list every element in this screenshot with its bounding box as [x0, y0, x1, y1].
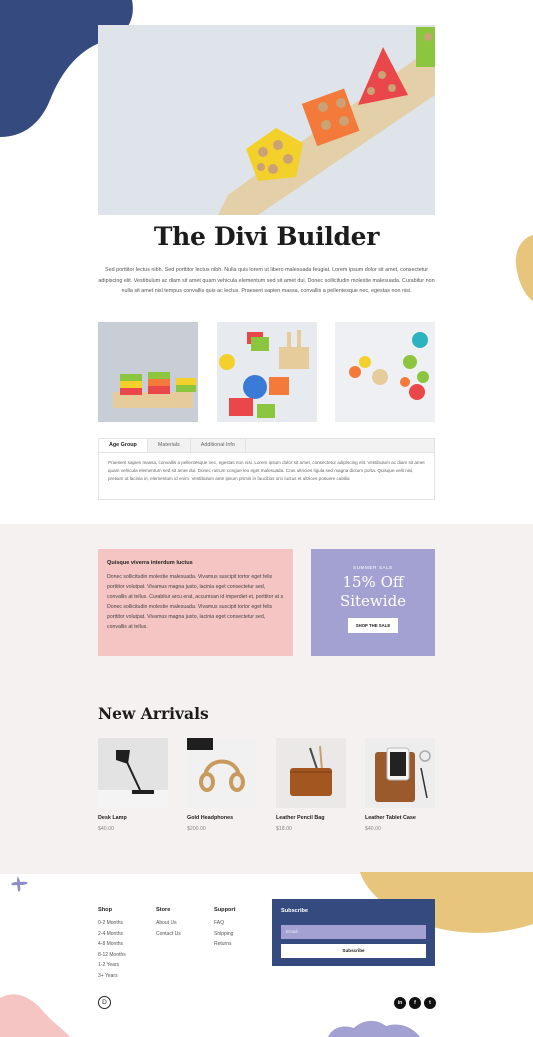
product-price: $18.00 [276, 826, 292, 832]
footer-link[interactable]: 3+ Years [98, 971, 126, 982]
footer-link[interactable]: FAQ [214, 918, 235, 929]
tab-content: Praesent sapien massa, convallis a pelle… [108, 460, 425, 481]
subscribe-box: Subscribe Subscribe [272, 899, 435, 966]
product-price: $40.00 [98, 826, 114, 832]
gallery-image-wooden-beads[interactable] [335, 322, 435, 422]
product-card[interactable]: Leather Pencil Bag $18.00 [276, 738, 346, 832]
product-name[interactable]: Gold Headphones [187, 815, 257, 821]
sale-headline-line2: Sitewide [339, 592, 407, 610]
sale-card: SUMMER SALE 15% Off Sitewide SHOP THE SA… [311, 549, 435, 656]
linkedin-icon[interactable]: in [394, 997, 406, 1009]
subscribe-heading: Subscribe [281, 908, 309, 914]
hero-image [98, 25, 435, 215]
promo-card: Quisque viverra interdum luctus Donec so… [98, 549, 293, 656]
footer-link[interactable]: Contact Us [156, 929, 181, 940]
product-price: $40.00 [365, 826, 381, 832]
footer-link[interactable]: 2-4 Months [98, 929, 126, 940]
product-image-desk-lamp[interactable] [98, 738, 168, 808]
footer-link[interactable]: 4-8 Months [98, 939, 126, 950]
sale-kicker: SUMMER SALE [352, 565, 394, 570]
footer-link[interactable]: Returns [214, 939, 235, 950]
product-tabs: Age Group Materials Additional Info Prae… [98, 438, 435, 500]
promo-body: Donec sollicitudin molestie malesuada. V… [107, 574, 284, 630]
footer-heading: Store [156, 907, 171, 913]
product-name[interactable]: Leather Pencil Bag [276, 815, 346, 821]
footer-link[interactable]: Shipping [214, 929, 235, 940]
footer-heading: Support [214, 907, 236, 913]
new-arrivals-title: New Arrivals [98, 704, 209, 723]
footer-link[interactable]: 8-12 Months [98, 950, 126, 961]
product-price: $200.00 [187, 826, 206, 832]
footer-column-store: Store About Us Contact Us [156, 907, 181, 939]
gallery-image-stacking-toy[interactable] [98, 322, 198, 422]
promo-heading: Quisque viverra interdum luctus [107, 560, 193, 566]
product-image-pencil-bag[interactable] [276, 738, 346, 808]
shop-the-sale-button[interactable]: SHOP THE SALE [347, 618, 399, 633]
plus-sparkle-icon [11, 876, 28, 892]
product-image-tablet-case[interactable] [365, 738, 435, 808]
footer-link[interactable]: 1-2 Years [98, 960, 126, 971]
footer-column-shop: Shop 0-2 Months 2-4 Months 4-8 Months 8-… [98, 907, 126, 982]
footer-heading: Shop [98, 907, 112, 913]
page-title: The Divi Builder [153, 222, 380, 251]
twitter-icon[interactable]: t [424, 997, 436, 1009]
tab-additional-info[interactable]: Additional Info [191, 439, 246, 452]
product-name[interactable]: Leather Tablet Case [365, 815, 435, 821]
subscribe-button[interactable]: Subscribe [281, 943, 426, 958]
facebook-icon[interactable]: f [409, 997, 421, 1009]
gallery-image-shape-sorter[interactable] [217, 322, 317, 422]
footer-link[interactable]: About Us [156, 918, 181, 929]
footer-link[interactable]: 0-2 Months [98, 918, 126, 929]
intro-paragraph: Sed porttitor lectus nibh. Sed porttitor… [98, 267, 435, 294]
divi-logo[interactable]: D [98, 996, 111, 1009]
sale-headline-line1: 15% Off [342, 573, 404, 591]
tab-age-group[interactable]: Age Group [99, 439, 148, 452]
lavender-blob-decoration [328, 1020, 420, 1037]
product-name[interactable]: Desk Lamp [98, 815, 168, 821]
product-card[interactable]: Leather Tablet Case $40.00 [365, 738, 435, 832]
product-card[interactable]: Desk Lamp $40.00 [98, 738, 168, 832]
product-image-headphones[interactable] [187, 738, 257, 808]
pink-blob-decoration [0, 994, 70, 1037]
tab-materials[interactable]: Materials [148, 439, 191, 452]
footer-column-support: Support FAQ Shipping Returns [214, 907, 235, 950]
email-field[interactable] [281, 924, 426, 939]
tab-bar: Age Group Materials Additional Info [99, 439, 434, 453]
product-card[interactable]: Gold Headphones $200.00 [187, 738, 257, 832]
